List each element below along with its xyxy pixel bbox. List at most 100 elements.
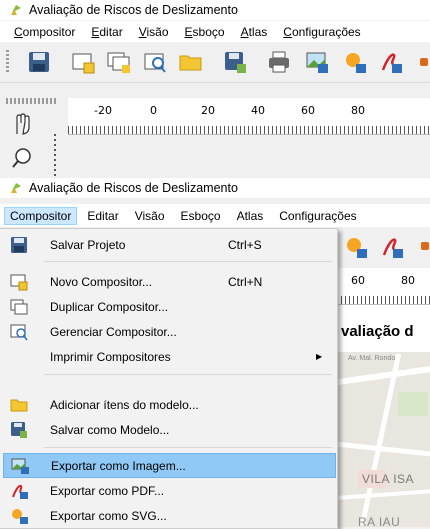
menu-esboco[interactable]: Esboço — [179, 23, 231, 41]
menu-separator — [44, 374, 332, 375]
menu-configuracoes[interactable]: Configurações — [277, 23, 366, 41]
ruler-label: 0 — [150, 104, 157, 117]
save-icon — [11, 236, 27, 253]
menu-item-label: Exportar como PDF... — [50, 483, 165, 498]
menu-item-duplicar-compositor[interactable]: Duplicar Compositor... — [0, 294, 337, 319]
qgis-app-icon — [11, 5, 21, 15]
menu-item-label: Novo Compositor... — [50, 274, 153, 289]
ruler-label: 60 — [351, 274, 365, 287]
save-icon[interactable] — [26, 49, 52, 75]
menu-compositor[interactable]: Compositor — [8, 23, 81, 41]
ruler-ticks — [337, 296, 430, 304]
export-image-icon[interactable] — [304, 49, 330, 75]
export-svg-icon — [12, 508, 28, 524]
export-pdf-icon — [12, 484, 28, 499]
export-pdf-icon[interactable] — [379, 234, 405, 260]
menu-compositor-open[interactable]: Compositor — [4, 206, 78, 225]
qgis-app-icon — [11, 183, 21, 193]
menu-item-label: Gerenciar Compositor... — [50, 324, 177, 339]
ruler-label: 60 — [301, 104, 315, 117]
ruler-label: 80 — [351, 104, 365, 117]
ruler-label: -20 — [94, 104, 112, 117]
menu-item-label: Salvar Projeto — [50, 237, 126, 252]
title-bar-bottom: Avaliação de Riscos de Deslizamento — [0, 178, 430, 198]
menu-item-label: Salvar como Modelo... — [50, 422, 170, 437]
menu-item-shortcut: Ctrl+N — [228, 274, 263, 289]
tool-grip — [6, 98, 56, 104]
menu-item-salvar-projeto[interactable]: Salvar Projeto Ctrl+S — [0, 232, 337, 257]
horizontal-ruler-bottom: 60 80 — [337, 268, 430, 305]
menu-item-salvar-como-modelo[interactable]: Salvar como Modelo... — [0, 417, 337, 442]
toolbar-grip[interactable] — [6, 50, 9, 74]
duplicate-composer-icon — [10, 299, 28, 314]
map-street-label: Av. Mal. Rondo — [348, 355, 396, 362]
toolbar-overflow-icon[interactable] — [420, 58, 428, 66]
new-composer-icon — [10, 274, 28, 290]
menu-editar[interactable]: Editar — [85, 23, 128, 41]
menu-item-imprimir-compositores[interactable]: Imprimir Compositores ▶ — [0, 344, 337, 369]
menu-bar-bottom: Compositor Editar Visão Esboço Atlas Con… — [0, 204, 430, 227]
menu-esboco[interactable]: Esboço — [175, 207, 227, 225]
window-title: Avaliação de Riscos de Deslizamento — [29, 181, 238, 195]
export-image-icon — [11, 458, 29, 474]
manage-composer-icon[interactable] — [142, 49, 168, 75]
menu-item-label: Imprimir Compositores — [50, 349, 171, 364]
page-canvas: valiação d — [337, 305, 430, 352]
map-title-fragment: valiação d — [341, 323, 414, 340]
menu-separator — [44, 261, 332, 262]
menu-item-label: Adicionar ítens do modelo... — [50, 397, 199, 412]
pan-hand-icon[interactable] — [10, 112, 34, 136]
map-area-label: VILA ISA — [362, 472, 415, 486]
menu-item-label: Exportar como SVG... — [50, 508, 167, 523]
ruler-label: 80 — [401, 274, 415, 287]
map-road — [338, 488, 430, 500]
export-svg-icon[interactable] — [342, 49, 368, 75]
map-canvas[interactable]: Av. Mal. Rondo VILA ISA RA IAU — [338, 352, 430, 527]
ruler-label: 20 — [201, 104, 215, 117]
menu-item-label: Duplicar Compositor... — [50, 299, 169, 314]
print-icon[interactable] — [266, 49, 292, 75]
ruler-ticks — [68, 126, 430, 134]
duplicate-composer-icon[interactable] — [106, 49, 132, 75]
export-pdf-icon[interactable] — [378, 49, 404, 75]
toolbar-bottom-partial — [337, 228, 430, 268]
export-svg-icon[interactable] — [343, 234, 369, 260]
vertical-ruler-ticks — [54, 134, 56, 178]
menu-editar[interactable]: Editar — [81, 207, 124, 225]
zoom-icon[interactable] — [10, 146, 34, 170]
menu-bar-top: Compositor Editar Visão Esboço Atlas Con… — [0, 21, 430, 42]
menu-atlas[interactable]: Atlas — [235, 23, 274, 41]
menu-atlas[interactable]: Atlas — [231, 207, 270, 225]
save-template-icon — [11, 421, 27, 438]
map-area-label: RA IAU — [358, 515, 401, 527]
menu-item-label: Exportar como Imagem... — [51, 458, 186, 473]
map-park — [398, 392, 428, 416]
menu-configuracoes[interactable]: Configurações — [273, 207, 362, 225]
folder-icon[interactable] — [178, 49, 204, 75]
menu-visao[interactable]: Visão — [133, 23, 175, 41]
menu-item-exportar-imagem[interactable]: Exportar como Imagem... — [3, 453, 336, 478]
ruler-label: 40 — [251, 104, 265, 117]
menu-item-exportar-pdf[interactable]: Exportar como PDF... — [0, 478, 337, 503]
manage-composer-icon — [10, 324, 28, 340]
submenu-arrow-icon: ▶ — [316, 352, 323, 361]
menu-separator — [44, 447, 332, 448]
menu-item-gerenciar-compositor[interactable]: Gerenciar Compositor... — [0, 319, 337, 344]
horizontal-ruler-top: -20 0 20 40 60 80 — [68, 98, 430, 135]
title-bar-top: Avaliação de Riscos de Deslizamento — [0, 0, 430, 20]
menu-item-novo-compositor[interactable]: Novo Compositor... Ctrl+N — [0, 269, 337, 294]
compositor-dropdown-menu: Salvar Projeto Ctrl+S Novo Compositor...… — [0, 228, 338, 529]
menu-visao[interactable]: Visão — [129, 207, 171, 225]
new-composer-icon[interactable] — [70, 49, 96, 75]
menu-item-shortcut: Ctrl+S — [228, 237, 262, 252]
tool-column-top — [0, 98, 68, 178]
folder-icon — [10, 399, 28, 411]
window-title: Avaliação de Riscos de Deslizamento — [29, 3, 238, 17]
map-road — [338, 363, 430, 387]
menu-item-adicionar-itens-modelo[interactable]: Adicionar ítens do modelo... — [0, 392, 337, 417]
toolbar-top — [0, 42, 430, 83]
menu-item-exportar-svg[interactable]: Exportar como SVG... — [0, 503, 337, 528]
map-road — [338, 440, 430, 459]
toolbar-overflow-icon[interactable] — [421, 242, 429, 250]
save-template-icon[interactable] — [222, 49, 248, 75]
